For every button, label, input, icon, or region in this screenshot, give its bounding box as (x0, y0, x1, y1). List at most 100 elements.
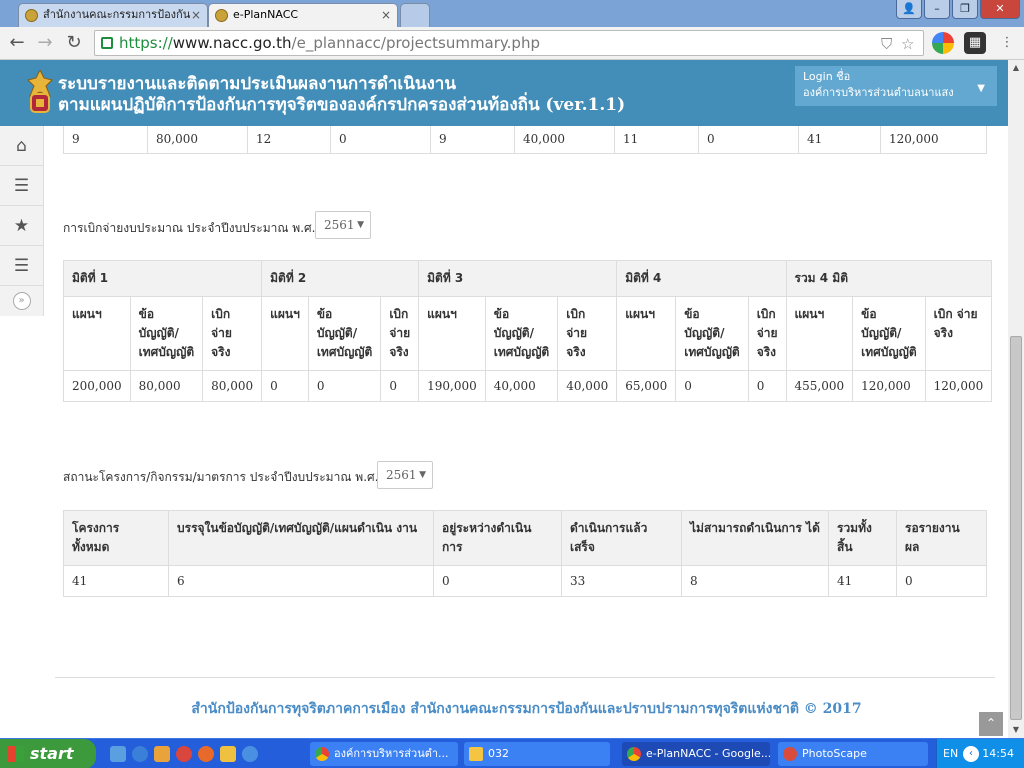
summary-table-top: 9 80,000 12 0 9 40,000 11 0 41 120,000 (63, 126, 987, 154)
scroll-up-arrow-icon[interactable]: ▲ (1008, 60, 1024, 76)
table-cell: 40,000 (557, 370, 618, 402)
budget-year-value: 2561 (324, 218, 355, 232)
quicklaunch-icon[interactable] (154, 746, 170, 762)
taskbar-window-button[interactable]: 032 (464, 742, 610, 766)
tab-nacc[interactable]: สำนักงานคณะกรรมการป้องกัน × (18, 3, 208, 27)
url-text: https://www.nacc.go.th/e_plannacc/projec… (119, 34, 540, 52)
budget-year-label: การเบิกจ่ายงบประมาณ ประจำปีงบประมาณ พ.ศ. (63, 221, 316, 235)
column-header: เบิก จ่าย จริง (202, 296, 263, 371)
table-cell: 200,000 (63, 370, 131, 402)
scrollbar-thumb[interactable] (1010, 336, 1022, 720)
table-cell: 8 (681, 565, 829, 597)
scroll-down-arrow-icon[interactable]: ▼ (1008, 722, 1024, 738)
column-header: แผนฯ (63, 296, 131, 371)
minimize-button[interactable]: – (924, 0, 950, 19)
clapper-extension-icon[interactable]: ▦ (964, 32, 986, 54)
taskbar-window-title: e-PlanNACC - Google... (646, 747, 770, 760)
help-icon[interactable]: ‹ (963, 746, 979, 762)
media-player-icon[interactable] (242, 746, 258, 762)
tab-e-plannacc[interactable]: e-PlanNACC × (208, 3, 398, 27)
status-year-value: 2561 (386, 468, 417, 482)
reload-icon[interactable]: ↻ (63, 32, 85, 54)
firefox-icon[interactable] (198, 746, 214, 762)
status-year-select[interactable]: 2561 ▼ (377, 461, 433, 489)
chrome-icon (627, 747, 641, 761)
column-header: ข้อบัญญัติ/ เทศบัญญัติ (852, 296, 926, 371)
footer-divider (55, 677, 995, 678)
nacc-favicon-icon (215, 9, 228, 22)
scroll-to-top-button[interactable]: ⌃ (979, 712, 1003, 736)
column-header: แผนฯ (261, 296, 309, 371)
forward-arrow-icon[interactable]: → (34, 32, 56, 54)
main-content: 9 80,000 12 0 9 40,000 11 0 41 120,000 ก… (45, 126, 1008, 738)
column-header: เบิก จ่าย จริง (557, 296, 618, 371)
ie-icon[interactable] (132, 746, 148, 762)
budget-year-select[interactable]: 2561 ▼ (315, 211, 371, 239)
extension-icon[interactable] (932, 32, 954, 54)
address-bar[interactable]: https://www.nacc.go.th/e_plannacc/projec… (94, 30, 924, 56)
table-cell: 65,000 (616, 370, 677, 402)
table-cell: 120,000 (880, 126, 987, 154)
column-header: ดำเนินการแล้ว เสร็จ (561, 510, 682, 566)
language-indicator[interactable]: EN (943, 739, 958, 768)
taskbar-window-title: PhotoScape (802, 747, 867, 760)
new-tab-button[interactable] (400, 3, 430, 27)
taskbar-window-button[interactable]: e-PlanNACC - Google... (622, 742, 770, 766)
close-window-button[interactable]: ✕ (980, 0, 1020, 19)
column-header: ข้อบัญญัติ/ เทศบัญญัติ (307, 296, 382, 371)
shield-icon[interactable]: ⛉ (881, 35, 892, 53)
back-arrow-icon[interactable]: ← (6, 32, 28, 54)
login-dropdown[interactable]: Login ชื่อ องค์การบริหารส่วนตำบลนาแสง ▼ (795, 66, 997, 106)
column-header: เบิก จ่าย จริง (924, 296, 993, 371)
quicklaunch-icon[interactable] (176, 746, 192, 762)
table-cell: 455,000 (785, 370, 854, 402)
quicklaunch-icon[interactable] (110, 746, 126, 762)
budget-disbursement-table: มิติที่ 1 มิติที่ 2 มิติที่ 3 มิติที่ 4 … (62, 260, 993, 402)
folder-icon (469, 747, 483, 761)
star-icon[interactable]: ☆ (901, 35, 914, 53)
table-cell: 0 (307, 370, 382, 402)
taskbar-window-title: 032 (488, 747, 509, 760)
profile-icon[interactable]: 👤 (896, 0, 922, 19)
tab-title: e-PlanNACC (233, 8, 299, 21)
restore-button[interactable]: ❐ (952, 0, 978, 19)
project-status-table: โครงการ ทั้งหมด บรรจุในข้อบัญญัติ/เทศบัญ… (63, 510, 987, 597)
table-cell: 80,000 (129, 370, 204, 402)
windows-logo-icon (8, 746, 24, 762)
list-icon[interactable]: ☰ (0, 246, 43, 286)
table-cell: 11 (614, 126, 699, 154)
login-label: Login ชื่อ (803, 70, 851, 83)
system-tray: EN ‹ 14:54 (936, 739, 1024, 768)
close-icon[interactable]: × (381, 4, 391, 26)
sidebar-collapse-toggle[interactable]: » (0, 286, 43, 312)
table-cell: 6 (168, 565, 434, 597)
windows-taskbar: start องค์การบริหารส่วนตำ... 032 e-PlanN… (0, 738, 1024, 768)
quicklaunch-icon[interactable] (220, 746, 236, 762)
column-header: เบิก จ่าย จริง (380, 296, 420, 371)
footer-text: สำนักป้องกันการทุจริตภาคการเมือง สำนักงา… (191, 701, 862, 717)
column-header: ข้อบัญญัติ/ เทศบัญญัติ (129, 296, 204, 371)
table-cell: 0 (698, 126, 799, 154)
column-header: รอรายงาน ผล (896, 510, 987, 566)
browser-tab-strip: สำนักงานคณะกรรมการป้องกัน × e-PlanNACC ×… (0, 0, 1024, 27)
table-cell: 33 (561, 565, 682, 597)
page-scrollbar[interactable]: ▲ ▼ (1008, 60, 1024, 738)
column-header: อยู่ระหว่างดำเนิน การ (433, 510, 562, 566)
table-cell: 0 (380, 370, 420, 402)
column-header: ข้อบัญญัติ/ เทศบัญญัติ (484, 296, 559, 371)
list-icon[interactable]: ☰ (0, 166, 43, 206)
tab-title: สำนักงานคณะกรรมการป้องกัน (43, 8, 191, 21)
close-icon[interactable]: × (191, 4, 201, 26)
column-header: แผนฯ (418, 296, 486, 371)
menu-icon[interactable]: ⋮ (996, 32, 1018, 54)
column-header: บรรจุในข้อบัญญัติ/เทศบัญญัติ/แผนดำเนิน ง… (168, 510, 434, 566)
table-cell: 12 (247, 126, 331, 154)
taskbar-window-button[interactable]: องค์การบริหารส่วนตำ... (310, 742, 458, 766)
status-year-label: สถานะโครงการ/กิจกรรม/มาตรการ ประจำปีงบปร… (63, 470, 379, 484)
lock-icon (101, 37, 113, 49)
taskbar-window-button[interactable]: PhotoScape (778, 742, 928, 766)
home-icon[interactable]: ⌂ (0, 126, 43, 166)
start-button[interactable]: start (0, 739, 96, 768)
photoscape-icon (783, 747, 797, 761)
star-icon[interactable]: ★ (0, 206, 43, 246)
